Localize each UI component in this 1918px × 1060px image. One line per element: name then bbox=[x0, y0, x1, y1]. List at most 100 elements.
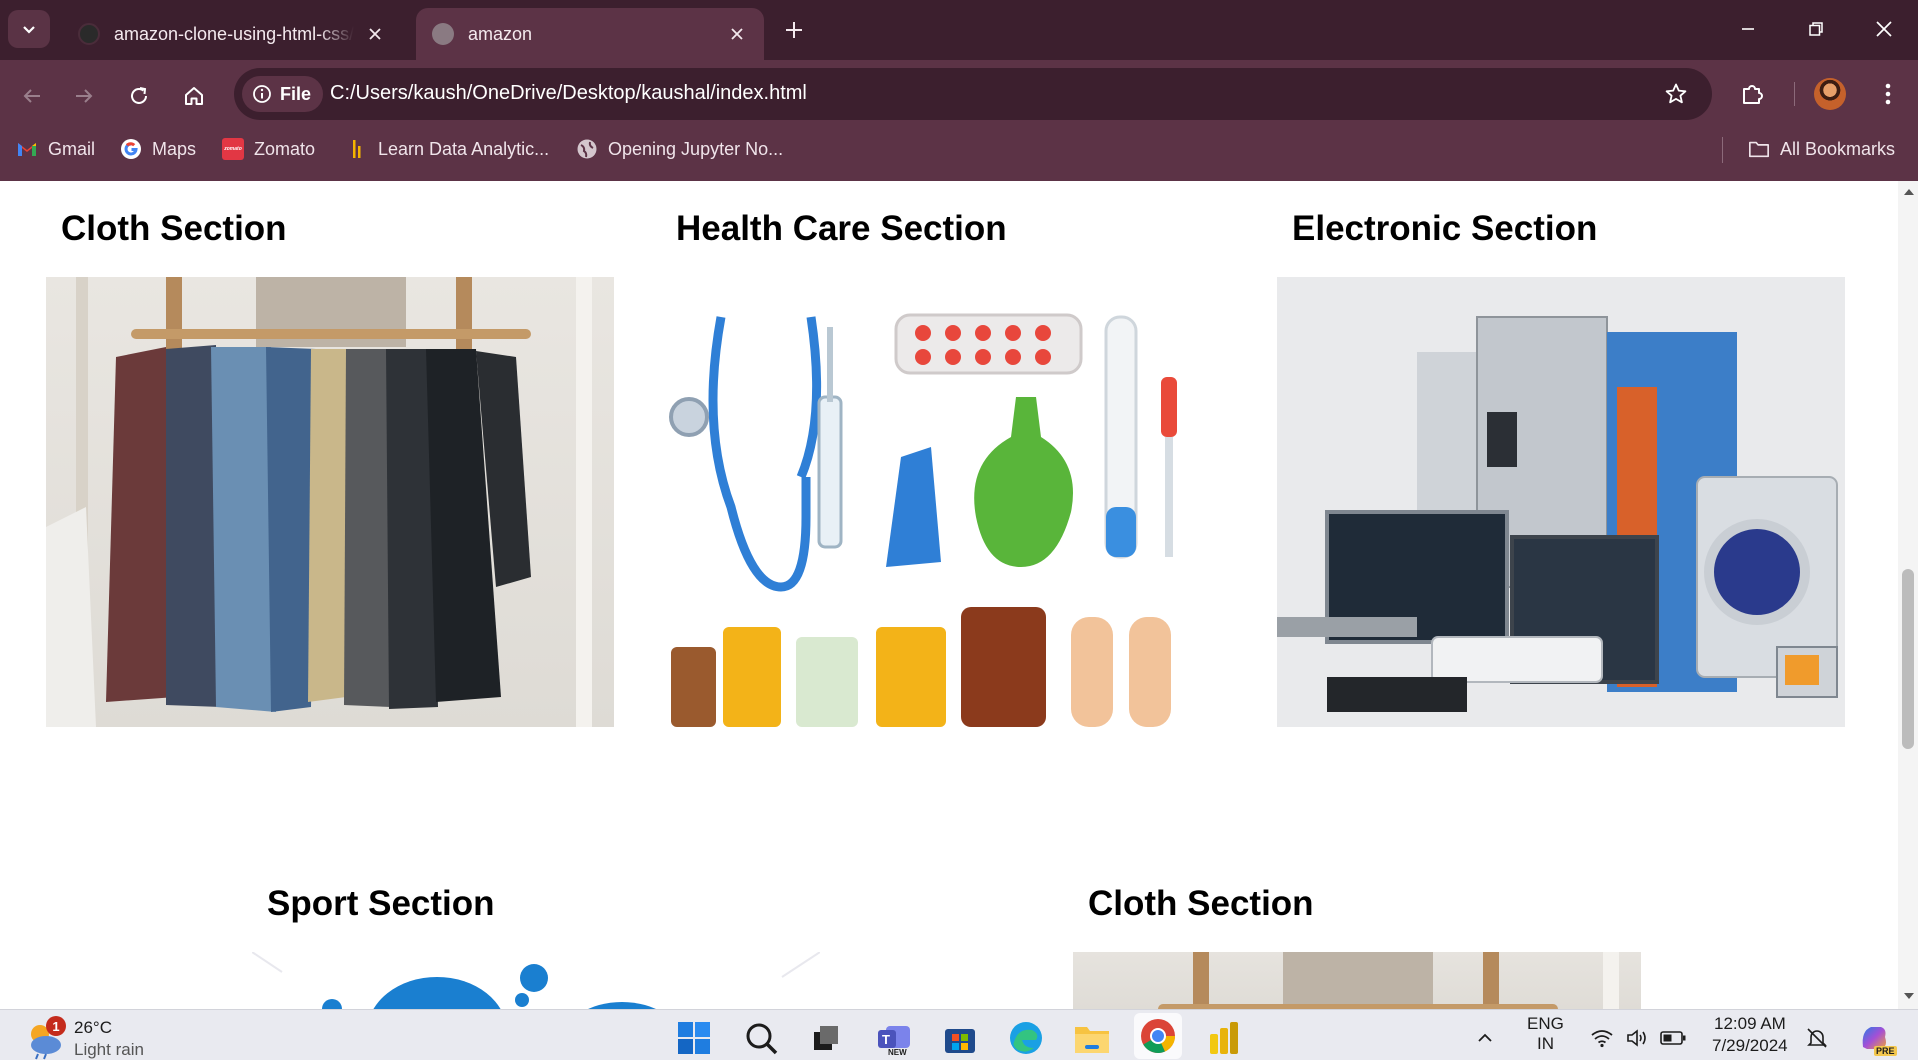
microsoft-store-app[interactable] bbox=[940, 1018, 980, 1058]
weather-temp: 26°C bbox=[74, 1018, 112, 1037]
weather-condition: Light rain bbox=[74, 1040, 144, 1059]
bookmark-zomato[interactable]: zomato Zomato bbox=[222, 136, 315, 162]
tab-github[interactable]: amazon-clone-using-html-css/s bbox=[62, 8, 402, 60]
chrome-icon bbox=[1141, 1019, 1175, 1053]
globe-icon bbox=[432, 23, 454, 45]
close-window-button[interactable] bbox=[1860, 10, 1908, 48]
scroll-up-arrow[interactable] bbox=[1904, 189, 1914, 195]
electronic-section-image[interactable] bbox=[1277, 277, 1845, 727]
all-bookmarks-label: All Bookmarks bbox=[1780, 138, 1896, 159]
back-button[interactable] bbox=[12, 76, 52, 116]
chevron-down-icon bbox=[23, 26, 35, 34]
store-icon bbox=[945, 1029, 975, 1053]
file-explorer-app[interactable] bbox=[1072, 1018, 1112, 1058]
notifications-button[interactable] bbox=[1800, 1018, 1834, 1058]
edge-app[interactable] bbox=[1006, 1018, 1046, 1058]
close-icon bbox=[1876, 21, 1892, 37]
restore-button[interactable] bbox=[1792, 10, 1840, 48]
teams-new-badge: NEW bbox=[888, 1048, 907, 1057]
home-button[interactable] bbox=[174, 76, 214, 116]
cloth-section-image[interactable] bbox=[46, 277, 614, 727]
close-icon bbox=[731, 28, 743, 40]
task-view-icon bbox=[814, 1026, 838, 1050]
start-button[interactable] bbox=[674, 1018, 714, 1058]
more-vertical-icon bbox=[1885, 83, 1891, 105]
bookmark-label: Maps bbox=[152, 138, 197, 159]
url-text[interactable]: C:/Users/kaush/OneDrive/Desktop/kaushal/… bbox=[330, 82, 807, 105]
minimize-icon bbox=[1742, 28, 1754, 30]
battery-icon bbox=[1660, 1031, 1686, 1045]
bookmark-label: Zomato bbox=[254, 138, 316, 159]
language-indicator[interactable]: ENG IN bbox=[1515, 1014, 1575, 1058]
windows-icon bbox=[678, 1022, 710, 1054]
speaker-icon bbox=[1627, 1029, 1646, 1047]
task-view-button[interactable] bbox=[806, 1018, 846, 1058]
bookmark-gmail[interactable]: Gmail bbox=[16, 136, 95, 162]
forward-button[interactable] bbox=[64, 76, 104, 116]
all-bookmarks-button[interactable]: All Bookmarks bbox=[1748, 136, 1895, 162]
cloth-section-image[interactable] bbox=[1073, 952, 1641, 1009]
bookmark-jupyter[interactable]: Opening Jupyter No... bbox=[576, 136, 783, 162]
address-bar[interactable]: File C:/Users/kaush/OneDrive/Desktop/kau… bbox=[234, 68, 1712, 120]
region-code: IN bbox=[1537, 1034, 1554, 1053]
minimize-button[interactable] bbox=[1724, 10, 1772, 48]
bookmark-data-analytics[interactable]: Learn Data Analytic... bbox=[346, 136, 549, 162]
scrollbar-thumb[interactable] bbox=[1902, 569, 1914, 749]
analytics-icon bbox=[346, 138, 368, 160]
home-appliances-image bbox=[1277, 316, 1838, 712]
windows-taskbar: 1 26°C Light rain T NEW ENG IN 12:09 AM … bbox=[0, 1009, 1918, 1060]
reload-icon bbox=[131, 87, 147, 104]
weather-widget[interactable]: 1 26°C Light rain bbox=[24, 1016, 184, 1060]
tab-amazon[interactable]: amazon bbox=[416, 8, 764, 60]
arrow-right-icon bbox=[76, 89, 93, 103]
page-scrollbar[interactable] bbox=[1898, 181, 1918, 1009]
sport-section-image[interactable] bbox=[252, 952, 820, 1009]
wifi-status[interactable] bbox=[1586, 1018, 1618, 1058]
reload-button[interactable] bbox=[119, 76, 159, 116]
folder-icon bbox=[1748, 138, 1770, 160]
show-hidden-icons-button[interactable] bbox=[1470, 1018, 1500, 1058]
clock[interactable]: 12:09 AM 7/29/2024 bbox=[1700, 1014, 1800, 1058]
tab-close-button[interactable] bbox=[364, 23, 386, 45]
extensions-button[interactable] bbox=[1733, 74, 1773, 114]
section-title: Cloth Section bbox=[1088, 884, 1314, 923]
profile-avatar[interactable] bbox=[1814, 78, 1846, 110]
tab-close-button[interactable] bbox=[726, 23, 748, 45]
gmail-icon bbox=[16, 138, 38, 160]
bookmark-label: Opening Jupyter No... bbox=[608, 138, 784, 159]
toolbar-divider bbox=[1794, 82, 1795, 106]
power-bi-app[interactable] bbox=[1204, 1018, 1244, 1058]
globe-icon bbox=[576, 138, 598, 160]
language-code: ENG bbox=[1527, 1014, 1564, 1033]
search-button[interactable] bbox=[741, 1018, 781, 1058]
scroll-down-arrow[interactable] bbox=[1904, 993, 1914, 999]
section-title: Sport Section bbox=[267, 884, 495, 923]
close-icon bbox=[369, 28, 381, 40]
weather-alert-badge: 1 bbox=[46, 1016, 66, 1036]
bookmark-star-button[interactable] bbox=[1662, 80, 1690, 108]
page-viewport: Cloth Section Health Care Section Electr… bbox=[0, 181, 1898, 1009]
google-icon bbox=[120, 138, 142, 160]
copilot-preview-badge: PRE bbox=[1874, 1046, 1897, 1056]
plus-icon bbox=[786, 22, 802, 38]
edge-icon bbox=[1010, 1022, 1042, 1054]
folder-icon bbox=[1075, 1027, 1109, 1053]
site-info-button[interactable]: File bbox=[242, 76, 324, 112]
chrome-app[interactable] bbox=[1134, 1013, 1182, 1059]
copilot-button[interactable]: PRE bbox=[1852, 1018, 1897, 1058]
tab-search-button[interactable] bbox=[8, 10, 50, 48]
wifi-icon bbox=[1591, 1030, 1613, 1048]
chevron-up-icon bbox=[1478, 1033, 1492, 1042]
volume-status[interactable] bbox=[1622, 1018, 1654, 1058]
chrome-menu-button[interactable] bbox=[1870, 74, 1906, 114]
restore-icon bbox=[1809, 22, 1823, 36]
bookmarks-divider bbox=[1722, 137, 1723, 163]
bookmark-maps[interactable]: Maps bbox=[120, 136, 196, 162]
new-tab-button[interactable] bbox=[778, 14, 810, 46]
teams-app[interactable]: T NEW bbox=[874, 1018, 914, 1058]
clock-time: 12:09 AM bbox=[1714, 1014, 1786, 1033]
health-care-section-image[interactable] bbox=[661, 277, 1229, 727]
sports-equipment-image bbox=[252, 952, 820, 1009]
battery-status[interactable] bbox=[1656, 1018, 1690, 1058]
clothes-rack-image bbox=[1158, 952, 1619, 1009]
